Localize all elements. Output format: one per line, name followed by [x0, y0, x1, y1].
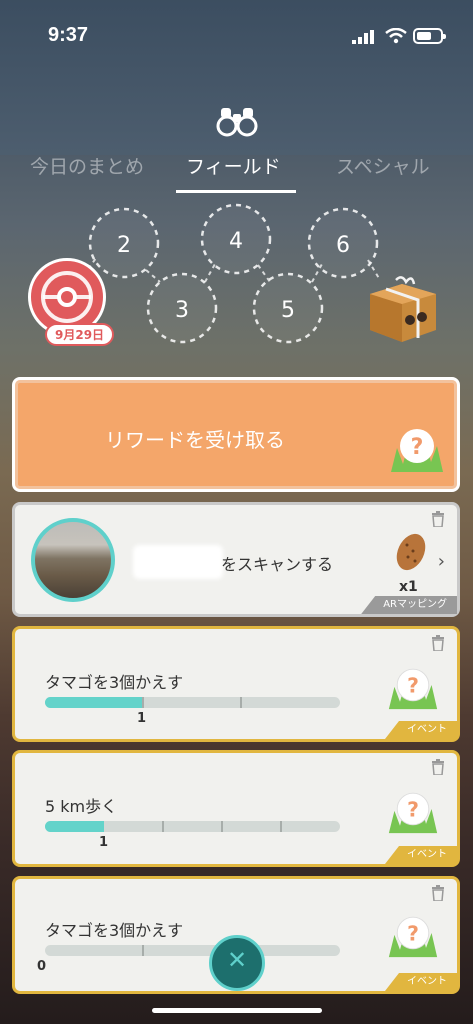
- event-tag: イベント: [385, 973, 457, 991]
- trash-icon[interactable]: [431, 759, 445, 775]
- path-node-label: 3: [175, 298, 189, 323]
- claim-reward-label: リワードを受け取る: [105, 428, 285, 452]
- battery-icon: [413, 28, 446, 44]
- svg-text:?: ?: [407, 673, 419, 697]
- task-card-walk[interactable]: 5 km歩く 1 ? イベント: [12, 750, 460, 867]
- task-progress-bar: [45, 945, 340, 956]
- tab-bar: 今日のまとめ フィールド スペシャル: [0, 150, 473, 193]
- cellular-signal-icon: [352, 30, 374, 44]
- task-progress-value: 1: [137, 711, 147, 726]
- event-tag: イベント: [385, 846, 457, 864]
- pokestop-photo: [31, 518, 115, 602]
- task-progress-bar: [45, 821, 340, 832]
- redacted-location-name: [133, 545, 223, 579]
- path-node-label: 6: [336, 233, 350, 258]
- tab-field[interactable]: フィールド: [186, 152, 281, 179]
- path-node-label: 2: [117, 233, 131, 258]
- claim-reward-button[interactable]: リワードを受け取る ?: [12, 377, 460, 492]
- status-time: 9:37: [48, 24, 89, 46]
- wifi-icon: [385, 28, 407, 44]
- tab-special[interactable]: スペシャル: [336, 152, 430, 179]
- trash-icon[interactable]: [431, 635, 445, 651]
- path-node-label: 5: [281, 298, 295, 323]
- path-node: 6: [307, 207, 379, 279]
- event-tag: イベント: [385, 721, 457, 739]
- task-title: をスキャンする: [221, 555, 334, 574]
- berry-reward-icon: [396, 533, 426, 571]
- task-progress-value: 0: [37, 959, 47, 974]
- svg-text:?: ?: [407, 797, 419, 821]
- mystery-reward-icon: ?: [388, 668, 438, 710]
- close-icon: ✕: [226, 946, 248, 974]
- research-box-icon[interactable]: [370, 276, 436, 342]
- trash-icon[interactable]: [431, 511, 445, 527]
- task-title: タマゴを3個かえす: [45, 921, 184, 940]
- path-node: 4: [200, 203, 272, 275]
- close-button[interactable]: ✕: [209, 935, 265, 991]
- trash-icon[interactable]: [431, 885, 445, 901]
- task-card-hatch-eggs[interactable]: タマゴを3個かえす 1 ? イベント: [12, 626, 460, 742]
- chevron-right-icon[interactable]: ›: [438, 551, 445, 572]
- svg-text:?: ?: [411, 435, 424, 460]
- ar-mapping-tag: ARマッピング: [361, 596, 457, 614]
- task-title: 5 km歩く: [45, 797, 118, 816]
- mystery-reward-icon: ?: [388, 792, 438, 834]
- svg-text:?: ?: [407, 921, 419, 945]
- task-progress-value: 1: [99, 835, 109, 850]
- tab-today-summary[interactable]: 今日のまとめ: [30, 152, 144, 179]
- task-title: タマゴを3個かえす: [45, 673, 184, 692]
- binoculars-icon: [216, 108, 258, 137]
- mystery-reward-icon: ?: [388, 916, 438, 958]
- task-progress-bar: [45, 697, 340, 708]
- task-card-ar-scan[interactable]: をスキャンする x1 › ARマッピング: [12, 502, 460, 617]
- path-node: 5: [252, 272, 324, 344]
- status-bar: 9:37: [0, 22, 473, 54]
- reward-count: x1: [399, 579, 418, 595]
- tab-active-indicator: [176, 190, 296, 193]
- path-node: 3: [146, 272, 218, 344]
- stamp-date-label: 9月29日: [45, 323, 115, 346]
- mystery-reward-icon: ?: [391, 429, 443, 472]
- path-node-label: 4: [229, 229, 243, 254]
- home-indicator[interactable]: [152, 1008, 322, 1013]
